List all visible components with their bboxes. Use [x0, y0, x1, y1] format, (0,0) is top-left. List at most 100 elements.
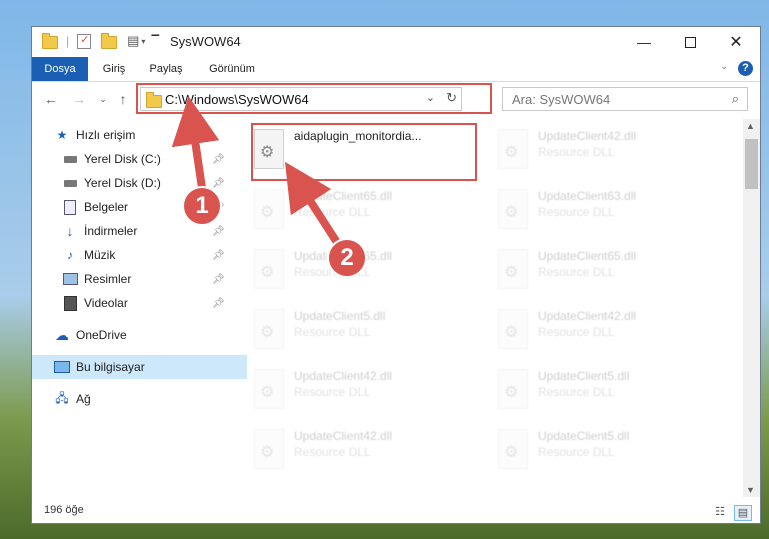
file-desc: Resource DLL [294, 205, 371, 219]
nav-item-local-disk-d[interactable]: Yerel Disk (D:) 📌︎ [32, 171, 255, 195]
file-item[interactable]: ⚙ UpdateClient42.dll Resource DLL [250, 363, 480, 419]
nav-label: Resimler [84, 272, 132, 286]
quick-access-toolbar: | ✓ ▤ ▾ ▔ [42, 33, 159, 49]
explorer-window: | ✓ ▤ ▾ ▔ SysWOW64 — ✕ Dosya Giriş Payla… [31, 26, 761, 524]
file-desc: Resource DLL [538, 205, 615, 219]
gear-icon: ⚙ [260, 384, 275, 401]
dll-file-icon: ⚙ [254, 189, 284, 229]
file-desc: Resource DLL [538, 265, 615, 279]
file-item[interactable]: ⚙ UpdateClient5.dll Resource DLL [250, 303, 480, 359]
file-name: UpdateClient5.dll [294, 309, 386, 323]
file-name: UpdateClient42.dll [538, 309, 637, 323]
gear-icon: ⚙ [504, 144, 519, 161]
expand-ribbon-icon[interactable]: ⌄ [720, 61, 728, 72]
nav-item-downloads[interactable]: ↓ İndirmeler 📌︎ [32, 219, 255, 243]
gear-icon: ⚙ [260, 444, 275, 461]
nav-label: Müzik [84, 248, 116, 262]
gear-icon: ⚙ [260, 264, 275, 281]
nav-item-quick-access[interactable]: ★ Hızlı erişim [32, 123, 247, 147]
file-item[interactable]: ⚙ UpdateClient5.dll Resource DLL [494, 423, 724, 479]
nav-item-local-disk-c[interactable]: Yerel Disk (C:) 📌︎ [32, 147, 255, 171]
nav-item-videos[interactable]: Videolar 📌︎ [32, 291, 255, 315]
computer-icon [54, 360, 70, 374]
forward-arrow-icon[interactable]: → [70, 90, 88, 108]
pin-icon[interactable]: 📌︎ [212, 250, 225, 261]
file-item[interactable]: ⚙ UpdateClient63.dll Resource DLL [494, 183, 724, 239]
gear-icon: ⚙ [504, 324, 519, 341]
nav-item-onedrive[interactable]: ☁ OneDrive [32, 323, 247, 347]
up-arrow-icon[interactable]: ↑ [114, 90, 132, 108]
chevron-down-icon[interactable]: ▾ [141, 37, 145, 46]
pin-icon[interactable]: 📌︎ [212, 154, 225, 165]
new-folder-icon[interactable] [101, 33, 118, 49]
nav-item-music[interactable]: ♪ Müzik 📌︎ [32, 243, 255, 267]
file-item[interactable]: ⚙ UpdateClient65.dll Resource DLL [250, 183, 480, 239]
maximize-button[interactable] [667, 27, 713, 57]
file-desc: Resource DLL [294, 385, 371, 399]
search-icon[interactable]: ⌕ [732, 91, 739, 107]
tab-home[interactable]: Giriş [94, 57, 134, 81]
callout-marker-2: 2 [327, 238, 367, 278]
network-icon: 🖧︎ [55, 390, 69, 405]
window-title: SysWOW64 [170, 34, 241, 49]
document-icon [62, 199, 78, 215]
search-placeholder: Ara: SysWOW64 [512, 92, 611, 107]
nav-item-pictures[interactable]: Resimler 📌︎ [32, 267, 255, 291]
tab-share[interactable]: Paylaş [144, 57, 188, 81]
qa-dropdown-icon[interactable]: ▔ [151, 36, 159, 47]
dll-file-icon: ⚙ [254, 249, 284, 289]
file-name: UpdateClient42.dll [538, 129, 637, 143]
file-desc: Resource DLL [538, 145, 615, 159]
nav-label: Yerel Disk (D:) [84, 176, 161, 190]
file-name: UpdateClient5.dll [538, 369, 630, 383]
navigation-pane: ★ Hızlı erişim Yerel Disk (C:) 📌︎ Yerel … [32, 119, 247, 489]
gear-icon: ⚙ [504, 444, 519, 461]
close-button[interactable]: ✕ [713, 27, 759, 57]
navigation-bar: ← → ⌄ ↑ C:\Windows\SysWOW64 ⌄ ↻ Ara: Sys… [32, 82, 760, 116]
vertical-scrollbar[interactable]: ▲ ▼ [743, 119, 760, 497]
details-view-icon[interactable]: ☷ [712, 505, 728, 519]
search-input[interactable]: Ara: SysWOW64 ⌕ [502, 87, 748, 111]
help-icon[interactable]: ? [738, 61, 753, 76]
nav-item-network[interactable]: 🖧︎ Ağ [32, 387, 247, 411]
scrollbar-thumb[interactable] [745, 139, 758, 189]
title-bar: | ✓ ▤ ▾ ▔ SysWOW64 — ✕ [32, 27, 760, 57]
nav-item-this-pc[interactable]: Bu bilgisayar [32, 355, 247, 379]
status-bar: 196 öğe ☷ ▤ [32, 501, 760, 523]
file-item[interactable]: ⚙ UpdateClient42.dll Resource DLL [494, 303, 724, 359]
pin-icon[interactable]: 📌︎ [212, 298, 225, 309]
properties-icon[interactable]: ✓ [77, 33, 92, 49]
scroll-up-icon[interactable]: ▲ [746, 121, 755, 131]
back-arrow-icon[interactable]: ← [42, 90, 60, 108]
separator: | [66, 34, 70, 48]
file-item[interactable]: ⚙ UpdateClient42.dll Resource DLL [494, 123, 724, 179]
tab-view[interactable]: Görünüm [202, 57, 262, 81]
file-item[interactable]: ⚙ UpdateClient65.dll Resource DLL [494, 243, 724, 299]
file-item[interactable]: ⚙ UpdateClient42.dll Resource DLL [250, 423, 480, 479]
music-icon: ♪ [67, 248, 73, 262]
file-name: UpdateClient42.dll [294, 369, 393, 383]
file-desc: Resource DLL [538, 385, 615, 399]
pin-icon[interactable]: 📌︎ [212, 178, 225, 189]
dll-file-icon: ⚙ [254, 309, 284, 349]
dll-file-icon: ⚙ [498, 429, 528, 469]
nav-label: Ağ [76, 392, 91, 406]
drive-icon [62, 152, 78, 166]
dll-file-icon: ⚙ [498, 129, 528, 169]
gear-icon: ⚙ [504, 384, 519, 401]
dll-file-icon: ⚙ [498, 369, 528, 409]
pin-icon[interactable]: 📌︎ [212, 274, 225, 285]
scroll-down-icon[interactable]: ▼ [746, 485, 755, 495]
file-item[interactable]: ⚙ UpdateClient5.dll Resource DLL [494, 363, 724, 419]
cloud-icon: ☁ [55, 326, 69, 343]
gear-icon: ⚙ [504, 204, 519, 221]
customize-icon[interactable]: ▤ [127, 33, 139, 49]
tab-file[interactable]: Dosya [32, 57, 88, 81]
tiles-view-icon[interactable]: ▤ [734, 505, 752, 521]
dll-file-icon: ⚙ [498, 309, 528, 349]
minimize-button[interactable]: — [621, 27, 667, 57]
pin-icon[interactable]: 📌︎ [212, 226, 225, 237]
recent-dropdown-icon[interactable]: ⌄ [94, 90, 112, 108]
file-name: UpdateClient63.dll [538, 189, 637, 203]
dll-file-icon: ⚙ [498, 189, 528, 229]
